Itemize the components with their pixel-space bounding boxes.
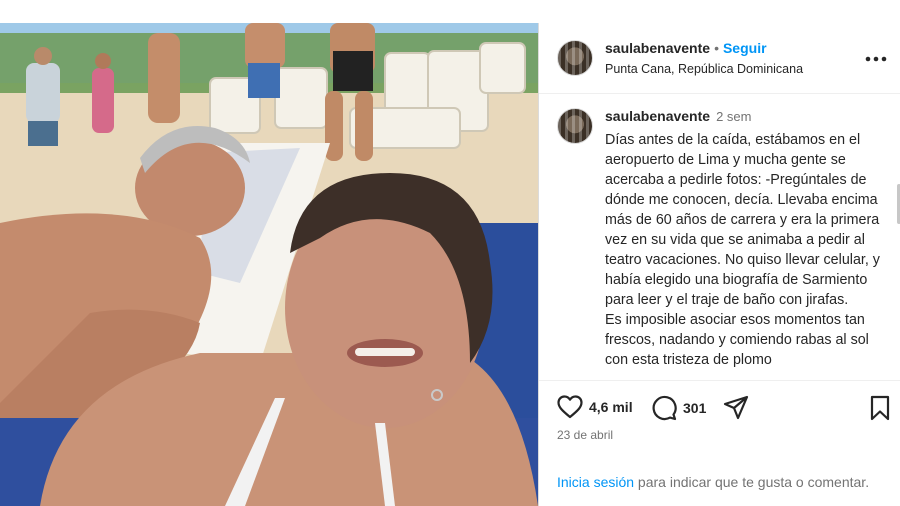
location-link[interactable]: Punta Cana, República Dominicana (605, 62, 803, 76)
follow-button[interactable]: Seguir (723, 40, 767, 56)
bookmark-icon[interactable] (869, 395, 891, 421)
post-side-panel: saulabenavente • Seguir Punta Cana, Repúbl… (538, 23, 900, 506)
avatar[interactable] (557, 40, 593, 76)
caption-area: saulabenavente 2 sem Días antes de la caí… (539, 94, 900, 379)
login-prompt-text: para indicar que te gusta o comentar. (634, 474, 870, 490)
beach-photo-illustration (0, 23, 538, 506)
more-horizontal-icon[interactable] (865, 45, 887, 68)
comment-action[interactable]: 301 (651, 395, 706, 421)
header-line: saulabenavente • Seguir (605, 40, 767, 56)
likes-count: 4,6 mil (589, 399, 633, 415)
post-date[interactable]: 23 de abril (557, 428, 613, 442)
heart-icon[interactable] (557, 395, 583, 419)
caption-text: Días antes de la caída, estábamos en el … (605, 132, 880, 368)
share-action[interactable] (723, 395, 749, 421)
caption-timestamp[interactable]: 2 sem (716, 109, 751, 124)
share-icon[interactable] (723, 395, 749, 421)
comments-count: 301 (683, 400, 707, 416)
post-photo[interactable] (0, 23, 538, 506)
separator-dot: • (714, 40, 719, 56)
like-action[interactable]: 4,6 mil (557, 395, 633, 419)
login-link[interactable]: Inicia sesión (557, 474, 634, 490)
post-header: saulabenavente • Seguir Punta Cana, Repúbl… (539, 23, 900, 94)
username-link[interactable]: saulabenavente (605, 40, 710, 56)
caption-username-link[interactable]: saulabenavente (605, 108, 710, 124)
login-prompt: Inicia sesión para indicar que te gusta … (557, 472, 877, 492)
caption-avatar[interactable] (557, 108, 593, 144)
save-action[interactable] (869, 395, 891, 421)
action-bar: 4,6 mil 301 (539, 380, 900, 431)
comment-icon[interactable] (651, 395, 677, 421)
caption-header: saulabenavente 2 sem (605, 108, 751, 124)
